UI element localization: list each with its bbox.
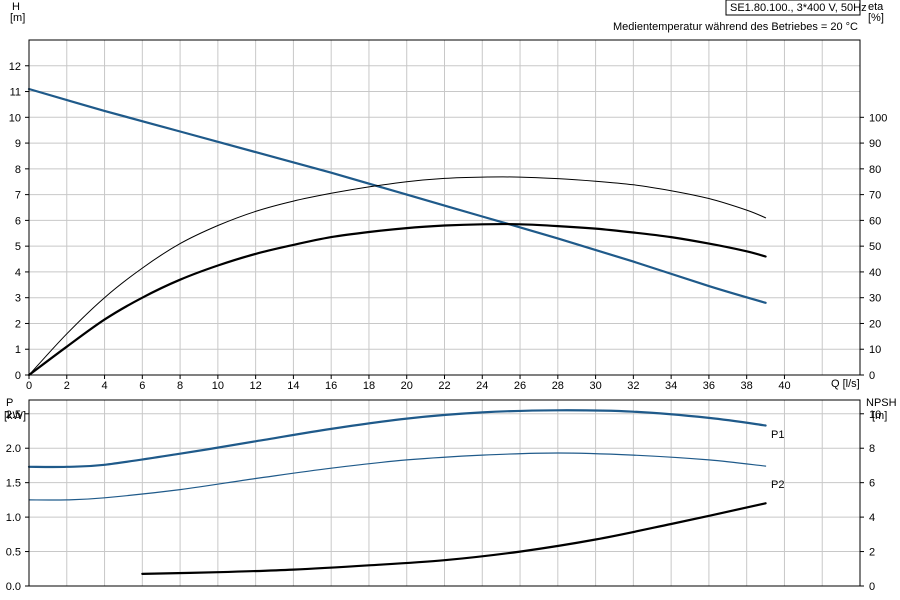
bottom-right-axis-unit: [m]	[872, 410, 887, 422]
x-tick-label: 4	[101, 380, 107, 392]
y-left-tick-label: 3	[15, 293, 21, 305]
y-right-tick-label: 10	[869, 344, 881, 356]
x-tick-label: 8	[177, 380, 183, 392]
x-tick-label: 38	[741, 380, 753, 392]
x-tick-label: 22	[438, 380, 450, 392]
x-tick-label: 20	[401, 380, 413, 392]
top-left-axis-unit: [m]	[10, 12, 25, 24]
bottom-series-line-0	[27, 409, 767, 469]
top-grid	[29, 40, 860, 375]
y-right-tick-label: 40	[869, 267, 881, 279]
y-left-tick-label: 5	[15, 241, 21, 253]
x-tick-label: 18	[363, 380, 375, 392]
y-right-tick-label: 0	[869, 370, 875, 382]
bottom-series-line-2	[141, 502, 767, 575]
y-right-tick-label: 50	[869, 241, 881, 253]
top-right-axis-unit: [%]	[868, 12, 884, 24]
y-left-tick-label: 12	[9, 61, 21, 73]
y-left-tick-label: 9	[15, 138, 21, 150]
y-right-tick-label: 8	[869, 443, 875, 455]
y-left-tick-label: 8	[15, 164, 21, 176]
bottom-right-axis-label: NPSH	[866, 397, 897, 409]
y-left-tick-label: 6	[15, 215, 21, 227]
x-tick-label: 30	[589, 380, 601, 392]
y-left-tick-label: 1.5	[6, 478, 21, 490]
y-left-tick-label: 0.0	[6, 581, 21, 593]
x-tick-label: 32	[627, 380, 639, 392]
x-tick-label: 6	[139, 380, 145, 392]
y-right-tick-label: 0	[869, 581, 875, 593]
y-right-tick-label: 70	[869, 190, 881, 202]
series-label-p2: P2	[771, 479, 784, 491]
bottom-left-axis-unit: [kW]	[4, 410, 26, 422]
series-layer	[27, 87, 767, 575]
series-label-p1: P1	[771, 429, 784, 441]
y-left-tick-label: 2.0	[6, 443, 21, 455]
y-left-tick-label: 7	[15, 190, 21, 202]
chart-subtitle: Medientemperatur während des Betriebes =…	[613, 21, 858, 33]
tick-labels: 012345678910111201020304050607080901000 2…	[6, 61, 888, 593]
y-left-tick-label: 1.0	[6, 512, 21, 524]
y-right-tick-label: 20	[869, 318, 881, 330]
x-tick-label: 26	[514, 380, 526, 392]
x-tick-label: 28	[552, 380, 564, 392]
y-left-tick-label: 4	[15, 267, 21, 279]
y-left-tick-label: 0	[15, 370, 21, 382]
x-tick-label: 2	[64, 380, 70, 392]
x-tick-label: 40	[778, 380, 790, 392]
y-right-tick-label: 90	[869, 138, 881, 150]
x-tick-label: 36	[703, 380, 715, 392]
x-tick-label: 16	[325, 380, 337, 392]
x-axis-label: Q [l/s]	[831, 378, 860, 390]
pump-curve-chart: 012345678910111201020304050607080901000 2…	[4, 0, 897, 593]
y-right-tick-label: 6	[869, 478, 875, 490]
y-right-tick-label: 4	[869, 512, 875, 524]
top-series-line-1	[28, 176, 767, 376]
y-right-tick-label: 80	[869, 164, 881, 176]
x-tick-label: 34	[665, 380, 677, 392]
x-tick-label: 24	[476, 380, 488, 392]
y-left-tick-label: 10	[9, 112, 21, 124]
x-tick-label: 12	[250, 380, 262, 392]
top-series-line-2	[27, 222, 767, 377]
x-tick-label: 14	[287, 380, 299, 392]
y-left-tick-label: 1	[15, 344, 21, 356]
y-left-tick-label: 0.5	[6, 547, 21, 559]
x-tick-label: 0	[26, 380, 32, 392]
y-left-tick-label: 2	[15, 318, 21, 330]
chart-title: SE1.80.100., 3*400 V, 50Hz	[730, 2, 867, 14]
bottom-left-axis-label: P	[6, 397, 13, 409]
x-tick-label: 10	[212, 380, 224, 392]
y-left-tick-label: 11	[10, 87, 21, 99]
y-right-tick-label: 60	[869, 215, 881, 227]
y-right-tick-label: 30	[869, 293, 881, 305]
y-right-tick-label: 100	[869, 112, 887, 124]
y-right-tick-label: 2	[869, 547, 875, 559]
